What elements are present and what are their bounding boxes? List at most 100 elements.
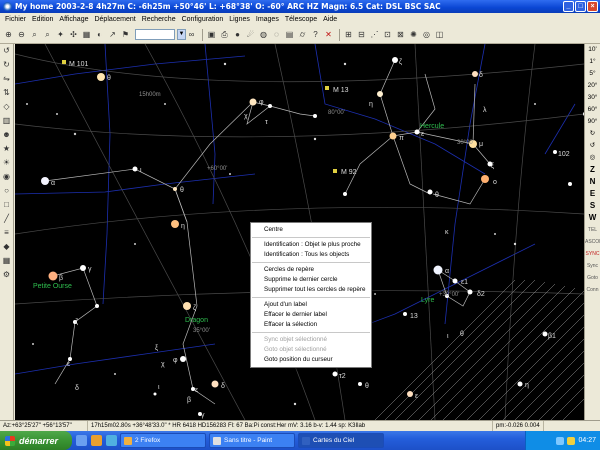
menu-images[interactable]: Images	[253, 16, 282, 23]
telescope-icon[interactable]: ⌭	[297, 29, 308, 40]
ngc-icon[interactable]: ◇	[1, 101, 12, 112]
scale-10min-button[interactable]: 10'	[585, 44, 600, 56]
connect-button[interactable]: Conn	[585, 284, 600, 296]
sync-label[interactable]: SYNC	[585, 248, 600, 260]
palette-icon[interactable]: ◐	[94, 29, 105, 40]
tel-button[interactable]: TEL	[585, 224, 600, 236]
task-cartes-du-ciel[interactable]: Cartes du Ciel	[298, 433, 384, 448]
menu-configuration[interactable]: Configuration	[179, 16, 227, 23]
galaxy-icon[interactable]: ◍	[258, 29, 269, 40]
west-button[interactable]: W	[585, 212, 600, 224]
constellation-icon[interactable]: ⋰	[369, 29, 380, 40]
grid-az-icon[interactable]: ⊟	[356, 29, 367, 40]
zenith-button[interactable]: Z	[585, 164, 600, 176]
comet-icon[interactable]: ☄	[245, 29, 256, 40]
app-icon[interactable]	[3, 2, 12, 11]
menu-deplacement[interactable]: Déplacement	[91, 16, 138, 23]
arrow-icon[interactable]: ↗	[107, 29, 118, 40]
sync-button[interactable]: Sync	[585, 260, 600, 272]
menu-telescope[interactable]: Télescope	[282, 16, 320, 23]
clock[interactable]: 04:27	[578, 437, 596, 444]
menu-aide[interactable]: Aide	[320, 16, 340, 23]
menu-recherche[interactable]: Recherche	[139, 16, 179, 23]
rotate-ccw-icon[interactable]: ↺	[585, 140, 600, 152]
rotate-left-icon[interactable]: ↺	[1, 45, 12, 56]
sky-map[interactable]: M 101 M 13 M 92 Hercule Petite Ourse Dra…	[15, 44, 584, 420]
mirror-icon[interactable]: ⇅	[1, 87, 12, 98]
square-icon[interactable]: □	[1, 199, 12, 210]
tray-icon[interactable]	[556, 436, 565, 445]
menu-lignes[interactable]: Lignes	[226, 16, 253, 23]
grid-icon[interactable]: ▦	[81, 29, 92, 40]
east-button[interactable]: E	[585, 188, 600, 200]
menu-item-identify-nearest[interactable]: Identification : Objet le plus proche	[251, 240, 371, 250]
menu-item-clear-selection[interactable]: Effacer la sélection	[251, 320, 371, 330]
scale-5deg-button[interactable]: 5°	[585, 68, 600, 80]
minimize-button[interactable]: _	[563, 1, 574, 12]
quicklaunch-icon[interactable]	[76, 435, 87, 446]
flag-icon[interactable]: ⚑	[120, 29, 131, 40]
flip-icon[interactable]: ⇋	[1, 73, 12, 84]
menu-item-centre[interactable]: Centre	[251, 225, 371, 235]
south-button[interactable]: S	[585, 200, 600, 212]
rotate-right-icon[interactable]: ↻	[1, 59, 12, 70]
menu-item-delete-last-circle[interactable]: Supprime le dernier cercle	[251, 275, 371, 285]
menu-item-identify-all[interactable]: Identification : Tous les objects	[251, 250, 371, 260]
people-icon[interactable]: ☻	[1, 129, 12, 140]
marker-icon[interactable]: ◆	[1, 241, 12, 252]
target-icon[interactable]: ✦	[55, 29, 66, 40]
names-icon[interactable]: ⊠	[395, 29, 406, 40]
scale-60deg-button[interactable]: 60°	[585, 104, 600, 116]
scale-1deg-button[interactable]: 1°	[585, 56, 600, 68]
print-icon[interactable]: ⎙	[219, 29, 230, 40]
task-firefox[interactable]: 2 Firefox	[120, 433, 206, 448]
start-button[interactable]: démarrer	[0, 431, 72, 450]
field-select[interactable]	[135, 29, 175, 40]
planet-icon[interactable]: ●	[232, 29, 243, 40]
horizon-icon[interactable]: ◫	[434, 29, 445, 40]
goto-button[interactable]: Goto	[585, 272, 600, 284]
close-button[interactable]: ×	[587, 1, 598, 12]
cancel-icon[interactable]: ✕	[323, 29, 334, 40]
milky-way-icon[interactable]: ◎	[421, 29, 432, 40]
menu-item-delete-last-label[interactable]: Effacer le dernier label	[251, 310, 371, 320]
image-icon[interactable]: ▤	[284, 29, 295, 40]
list-icon[interactable]: ≡	[1, 227, 12, 238]
grid-eq-icon[interactable]: ⊞	[343, 29, 354, 40]
lamp-icon[interactable]: ☀	[1, 157, 12, 168]
menu-edition[interactable]: Edition	[29, 16, 56, 23]
zoom-out-icon[interactable]: ⊖	[16, 29, 27, 40]
chevron-down-icon[interactable]: ▼	[177, 29, 186, 40]
circle-icon[interactable]: ○	[1, 185, 12, 196]
quicklaunch-icon[interactable]	[91, 435, 102, 446]
binoculars-icon[interactable]: ∞	[186, 29, 197, 40]
grid-small-icon[interactable]: ▦	[1, 255, 12, 266]
line-icon[interactable]: ╱	[1, 213, 12, 224]
scale-30deg-button[interactable]: 30°	[585, 92, 600, 104]
maximize-button[interactable]: □	[575, 1, 586, 12]
star-icon[interactable]: ★	[1, 143, 12, 154]
dss-icon[interactable]: ▥	[1, 115, 12, 126]
eyepiece-icon[interactable]: ◉	[1, 171, 12, 182]
star-filter-icon[interactable]: ✺	[408, 29, 419, 40]
tray-icon[interactable]	[567, 436, 576, 445]
menu-fichier[interactable]: Fichier	[2, 16, 29, 23]
search-object-icon[interactable]: ⌕	[42, 29, 53, 40]
reset-icon[interactable]: ◎	[585, 152, 600, 164]
scale-90deg-button[interactable]: 90°	[585, 116, 600, 128]
ascom-button[interactable]: ASCOM	[585, 236, 600, 248]
nebula-icon[interactable]: ◌	[271, 29, 282, 40]
quicklaunch-icon[interactable]	[106, 435, 117, 446]
north-button[interactable]: N	[585, 176, 600, 188]
save-icon[interactable]: ▣	[206, 29, 217, 40]
scale-20deg-button[interactable]: 20°	[585, 80, 600, 92]
menu-item-goto-cursor[interactable]: Goto position du curseur	[251, 355, 371, 365]
search-icon[interactable]: ⌕	[29, 29, 40, 40]
menu-item-add-label[interactable]: Ajout d'un label	[251, 300, 371, 310]
task-paint[interactable]: Sans titre - Paint	[209, 433, 295, 448]
help-icon[interactable]: ?	[310, 29, 321, 40]
menu-item-delete-all-circles[interactable]: Supprimer tout les cercles de repère	[251, 285, 371, 295]
menu-item-reference-circles[interactable]: Cercles de repère	[251, 265, 371, 275]
cross-icon[interactable]: ✣	[68, 29, 79, 40]
menu-affichage[interactable]: Affichage	[56, 16, 91, 23]
